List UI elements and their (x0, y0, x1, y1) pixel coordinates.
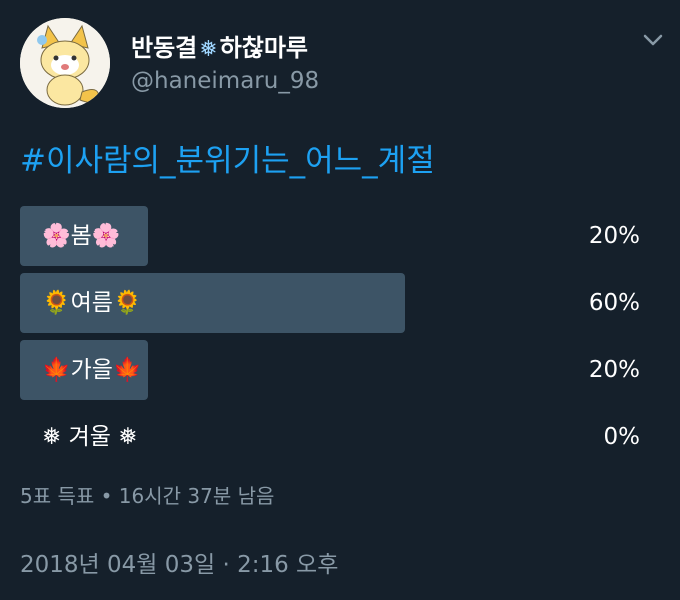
display-name[interactable]: 반동결❅하찮마루 (131, 28, 308, 63)
poll-option-percent: 0% (603, 424, 641, 450)
poll-option-label: ❅ 겨울 ❅ (42, 424, 138, 450)
chevron-down-icon[interactable] (642, 32, 664, 46)
poll-option-label: 🌸봄🌸 (42, 223, 121, 249)
fox-avatar-icon (20, 18, 110, 108)
snowflake-icon: ❅ (199, 37, 218, 62)
poll-meta: 5표 득표 • 16시간 37분 남음 (20, 484, 275, 508)
poll-option-percent: 20% (588, 357, 640, 383)
poll-option: ❅ 겨울 ❅ 0% (20, 407, 640, 467)
poll-option-label: 🌻여름🌻 (42, 290, 142, 316)
poll-option-label: 🍁가을🍁 (42, 357, 142, 383)
poll-option-percent: 20% (588, 223, 640, 249)
display-name-part2: 하찮마루 (219, 34, 309, 62)
poll-option: 🍁가을🍁 20% (20, 340, 640, 400)
avatar[interactable] (20, 18, 110, 108)
poll-option-percent: 60% (588, 290, 640, 316)
poll-option: 🌸봄🌸 20% (20, 206, 640, 266)
display-name-part1: 반동결 (131, 34, 198, 62)
user-handle[interactable]: @haneimaru_98 (131, 68, 319, 94)
tweet-timestamp[interactable]: 2018년 04월 03일 · 2:16 오후 (20, 545, 338, 579)
poll-option: 🌻여름🌻 60% (20, 273, 640, 333)
hashtag-link[interactable]: #이사람의_분위기는_어느_계절 (20, 135, 435, 180)
